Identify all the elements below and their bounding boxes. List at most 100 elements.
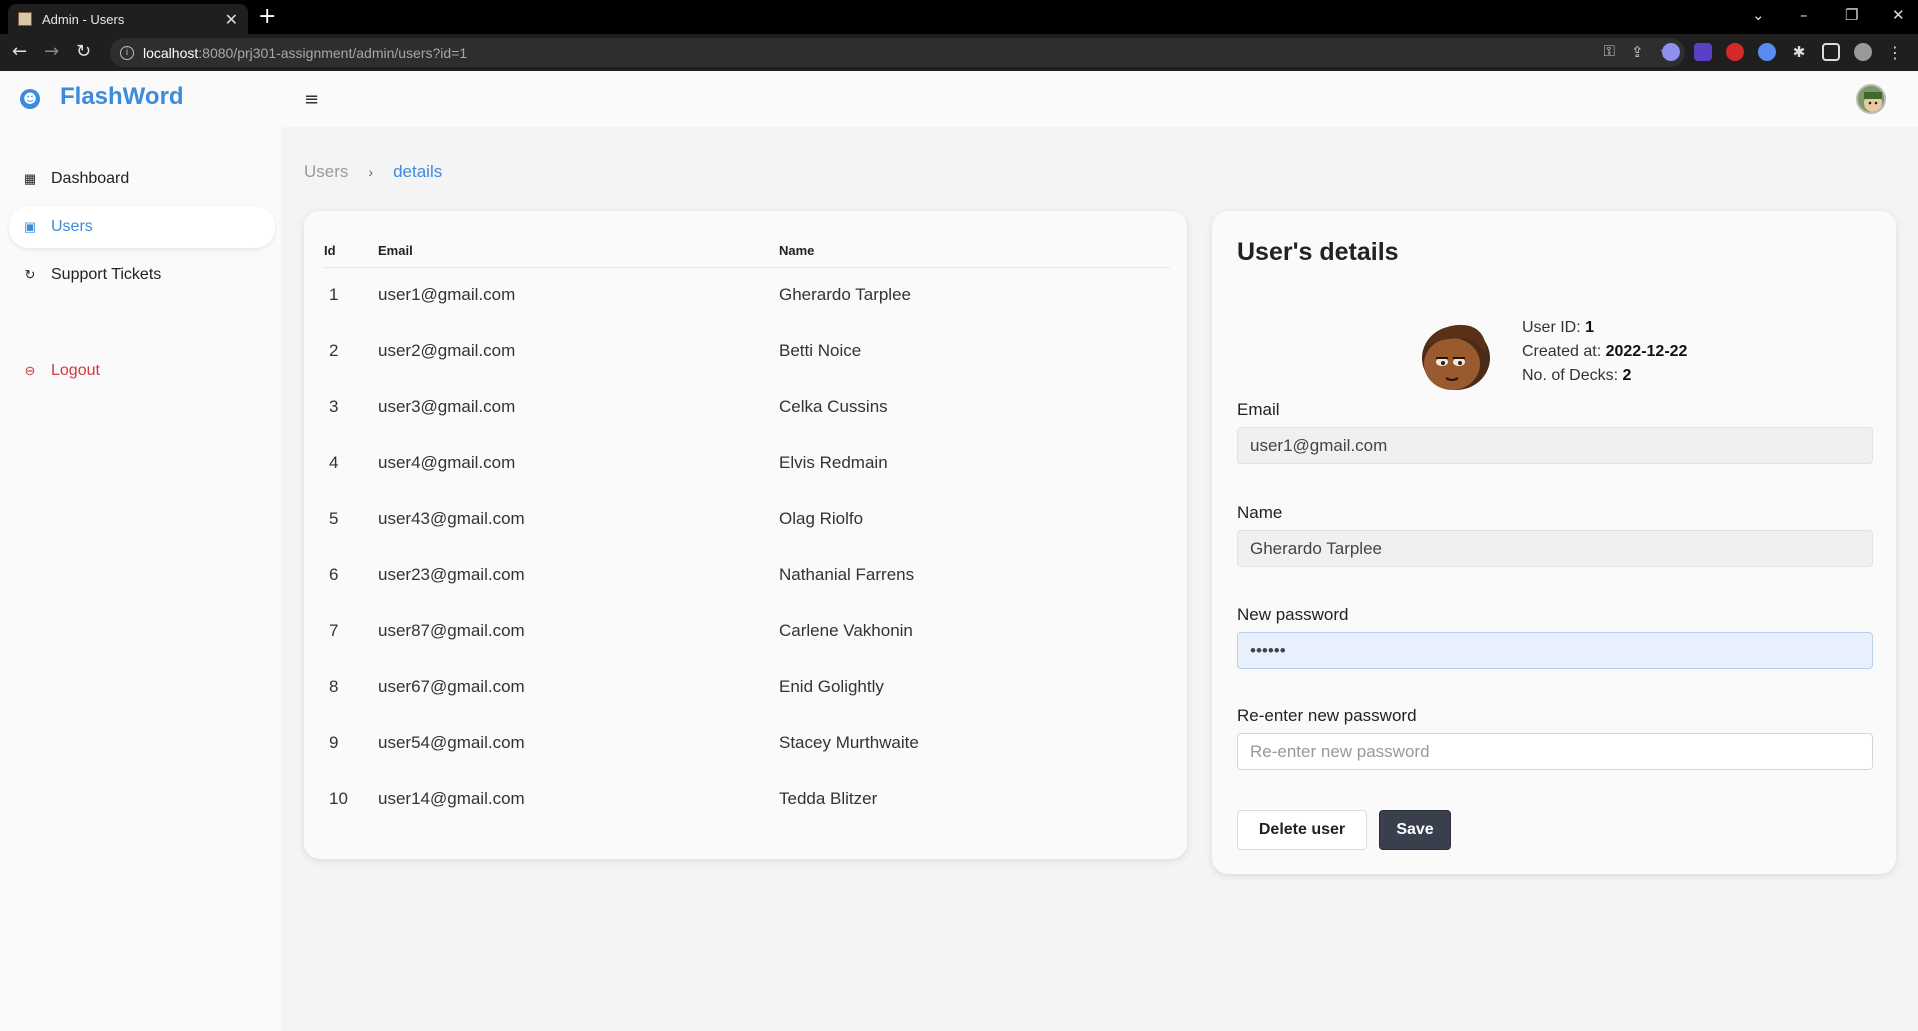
main-content: Users › details Id Email Name 1 user1@gma… <box>281 127 1918 1031</box>
cell-id: 9 <box>329 733 339 752</box>
cell-id: 5 <box>329 509 339 528</box>
cell-id: 10 <box>329 789 348 808</box>
cell-id: 3 <box>329 397 339 416</box>
users-table: Id Email Name 1 user1@gmail.com Gherardo T… <box>324 235 1170 827</box>
details-title: User's details <box>1237 238 1399 266</box>
cell-email: user3@gmail.com <box>378 397 516 416</box>
breadcrumb-users-link[interactable]: Users <box>304 162 348 182</box>
user-meta: User ID: 1 Created at: 2022-12-22 No. of… <box>1522 316 1687 388</box>
reenter-password-label: Re-enter new password <box>1237 706 1417 725</box>
sidebar-item-label: Users <box>51 218 93 235</box>
logout-button[interactable]: ⊖ Logout <box>9 350 275 392</box>
cell-id: 1 <box>329 285 339 305</box>
cell-email: user1@gmail.com <box>378 285 516 305</box>
sidebar-item-dashboard[interactable]: ▦ Dashboard <box>9 158 275 200</box>
table-row[interactable]: 5 user43@gmail.com Olag Riolfo <box>324 491 1170 547</box>
logout-icon: ⊖ <box>24 363 36 378</box>
cell-email: user67@gmail.com <box>378 677 525 696</box>
cell-email: user87@gmail.com <box>378 621 525 640</box>
column-header-id: Id <box>324 235 378 268</box>
forward-icon[interactable]: → <box>44 42 59 62</box>
cell-name: Enid Golightly <box>779 677 884 696</box>
users-table-card: Id Email Name 1 user1@gmail.com Gherardo T… <box>304 211 1187 859</box>
logo-smiley-icon: ☻ <box>20 89 40 109</box>
site-info-icon[interactable]: i <box>120 45 134 60</box>
table-row[interactable]: 9 user54@gmail.com Stacey Murthwaite <box>324 715 1170 771</box>
sidebar-item-support-tickets[interactable]: ↻ Support Tickets <box>9 254 275 296</box>
cell-id: 8 <box>329 677 339 696</box>
meta-label: No. of Decks: <box>1522 367 1619 384</box>
user-avatar[interactable] <box>1856 84 1886 114</box>
cell-name: Elvis Redmain <box>779 453 888 472</box>
meta-label: Created at: <box>1522 343 1602 360</box>
hamburger-menu-icon[interactable]: ≡ <box>304 89 319 110</box>
sidebar: ▦ Dashboard ▣ Users ↻ Support Tickets ⊖ … <box>0 127 280 1031</box>
sidebar-item-users[interactable]: ▣ Users <box>9 206 275 248</box>
table-row[interactable]: 4 user4@gmail.com Elvis Redmain <box>324 435 1170 491</box>
table-row[interactable]: 3 user3@gmail.com Celka Cussins <box>324 379 1170 435</box>
adblock-icon[interactable] <box>1726 43 1744 61</box>
tab-close-icon[interactable]: ✕ <box>225 10 238 29</box>
side-panel-icon[interactable] <box>1822 43 1840 61</box>
meta-value: 1 <box>1585 319 1595 336</box>
reload-icon[interactable]: ↻ <box>76 42 91 62</box>
meta-value: 2022-12-22 <box>1605 343 1688 360</box>
meta-user-id: User ID: 1 <box>1522 316 1687 340</box>
email-field[interactable] <box>1237 427 1873 464</box>
profile-icon[interactable] <box>1854 43 1872 61</box>
back-icon[interactable]: ← <box>12 42 27 62</box>
extensions-puzzle-icon[interactable]: ✱ <box>1790 43 1808 61</box>
sidebar-item-label: Support Tickets <box>51 266 162 283</box>
cell-name: Tedda Blitzer <box>779 789 878 808</box>
extension-badge-icon[interactable] <box>1694 43 1712 61</box>
table-row[interactable]: 1 user1@gmail.com Gherardo Tarplee <box>324 267 1170 323</box>
users-table-body: 1 user1@gmail.com Gherardo Tarplee 2 user2@g… <box>324 267 1170 827</box>
app-root: ☻ FlashWord ≡ ▦ Dashboard ▣ Users ↻ Supp… <box>0 71 1918 1031</box>
meta-decks: No. of Decks: 2 <box>1522 364 1687 388</box>
search-extension-icon[interactable] <box>1758 43 1776 61</box>
brand-name[interactable]: FlashWord <box>60 83 184 111</box>
table-row[interactable]: 10 user14@gmail.com Tedda Blitzer <box>324 771 1170 827</box>
name-field[interactable] <box>1237 530 1873 567</box>
table-row[interactable]: 2 user2@gmail.com Betti Noice <box>324 323 1170 379</box>
reenter-password-field[interactable] <box>1237 733 1873 770</box>
cell-id: 7 <box>329 621 339 640</box>
column-header-name: Name <box>779 235 1170 268</box>
cell-id: 2 <box>329 341 339 360</box>
address-bar[interactable]: i localhost:8080/prj301-assignment/admin… <box>110 38 1685 67</box>
table-row[interactable]: 7 user87@gmail.com Carlene Vakhonin <box>324 603 1170 659</box>
tab-search-icon[interactable]: ⌄ <box>1752 6 1765 24</box>
name-label: Name <box>1237 503 1283 522</box>
table-row[interactable]: 8 user67@gmail.com Enid Golightly <box>324 659 1170 715</box>
new-tab-icon[interactable]: + <box>258 5 276 29</box>
share-icon[interactable]: ⇪ <box>1631 43 1644 61</box>
minimize-icon[interactable]: – <box>1800 6 1808 24</box>
cell-email: user23@gmail.com <box>378 565 525 584</box>
react-devtools-icon[interactable] <box>1662 43 1680 61</box>
meta-label: User ID: <box>1522 319 1581 336</box>
cell-name: Betti Noice <box>779 341 862 360</box>
delete-user-button[interactable]: Delete user <box>1237 810 1367 850</box>
tab-title: Admin - Users <box>42 11 125 27</box>
table-row[interactable]: 6 user23@gmail.com Nathanial Farrens <box>324 547 1170 603</box>
close-window-icon[interactable]: ✕ <box>1892 6 1905 24</box>
cell-name: Gherardo Tarplee <box>779 285 911 305</box>
menu-kebab-icon[interactable]: ⋮ <box>1886 43 1904 62</box>
browser-tabbar: Admin - Users ✕ + ⌄ – ❐ ✕ <box>0 0 1918 34</box>
save-button[interactable]: Save <box>1379 810 1451 850</box>
meta-created-at: Created at: 2022-12-22 <box>1522 340 1687 364</box>
browser-tab[interactable]: Admin - Users ✕ <box>8 4 248 34</box>
refresh-icon: ↻ <box>24 267 36 282</box>
user-avatar-face-icon <box>1422 324 1490 390</box>
cell-name: Nathanial Farrens <box>779 565 915 584</box>
cell-name: Celka Cussins <box>779 397 888 416</box>
restore-icon[interactable]: ❐ <box>1845 6 1858 24</box>
cell-email: user4@gmail.com <box>378 453 516 472</box>
cell-email: user54@gmail.com <box>378 733 525 752</box>
email-label: Email <box>1237 400 1280 419</box>
cell-name: Stacey Murthwaite <box>779 733 919 752</box>
new-password-field[interactable] <box>1237 632 1873 669</box>
cell-id: 6 <box>329 565 339 584</box>
key-icon[interactable]: ⚿ <box>1604 43 1615 61</box>
url-path: :8080/prj301-assignment/admin/users?id=1 <box>198 44 468 61</box>
